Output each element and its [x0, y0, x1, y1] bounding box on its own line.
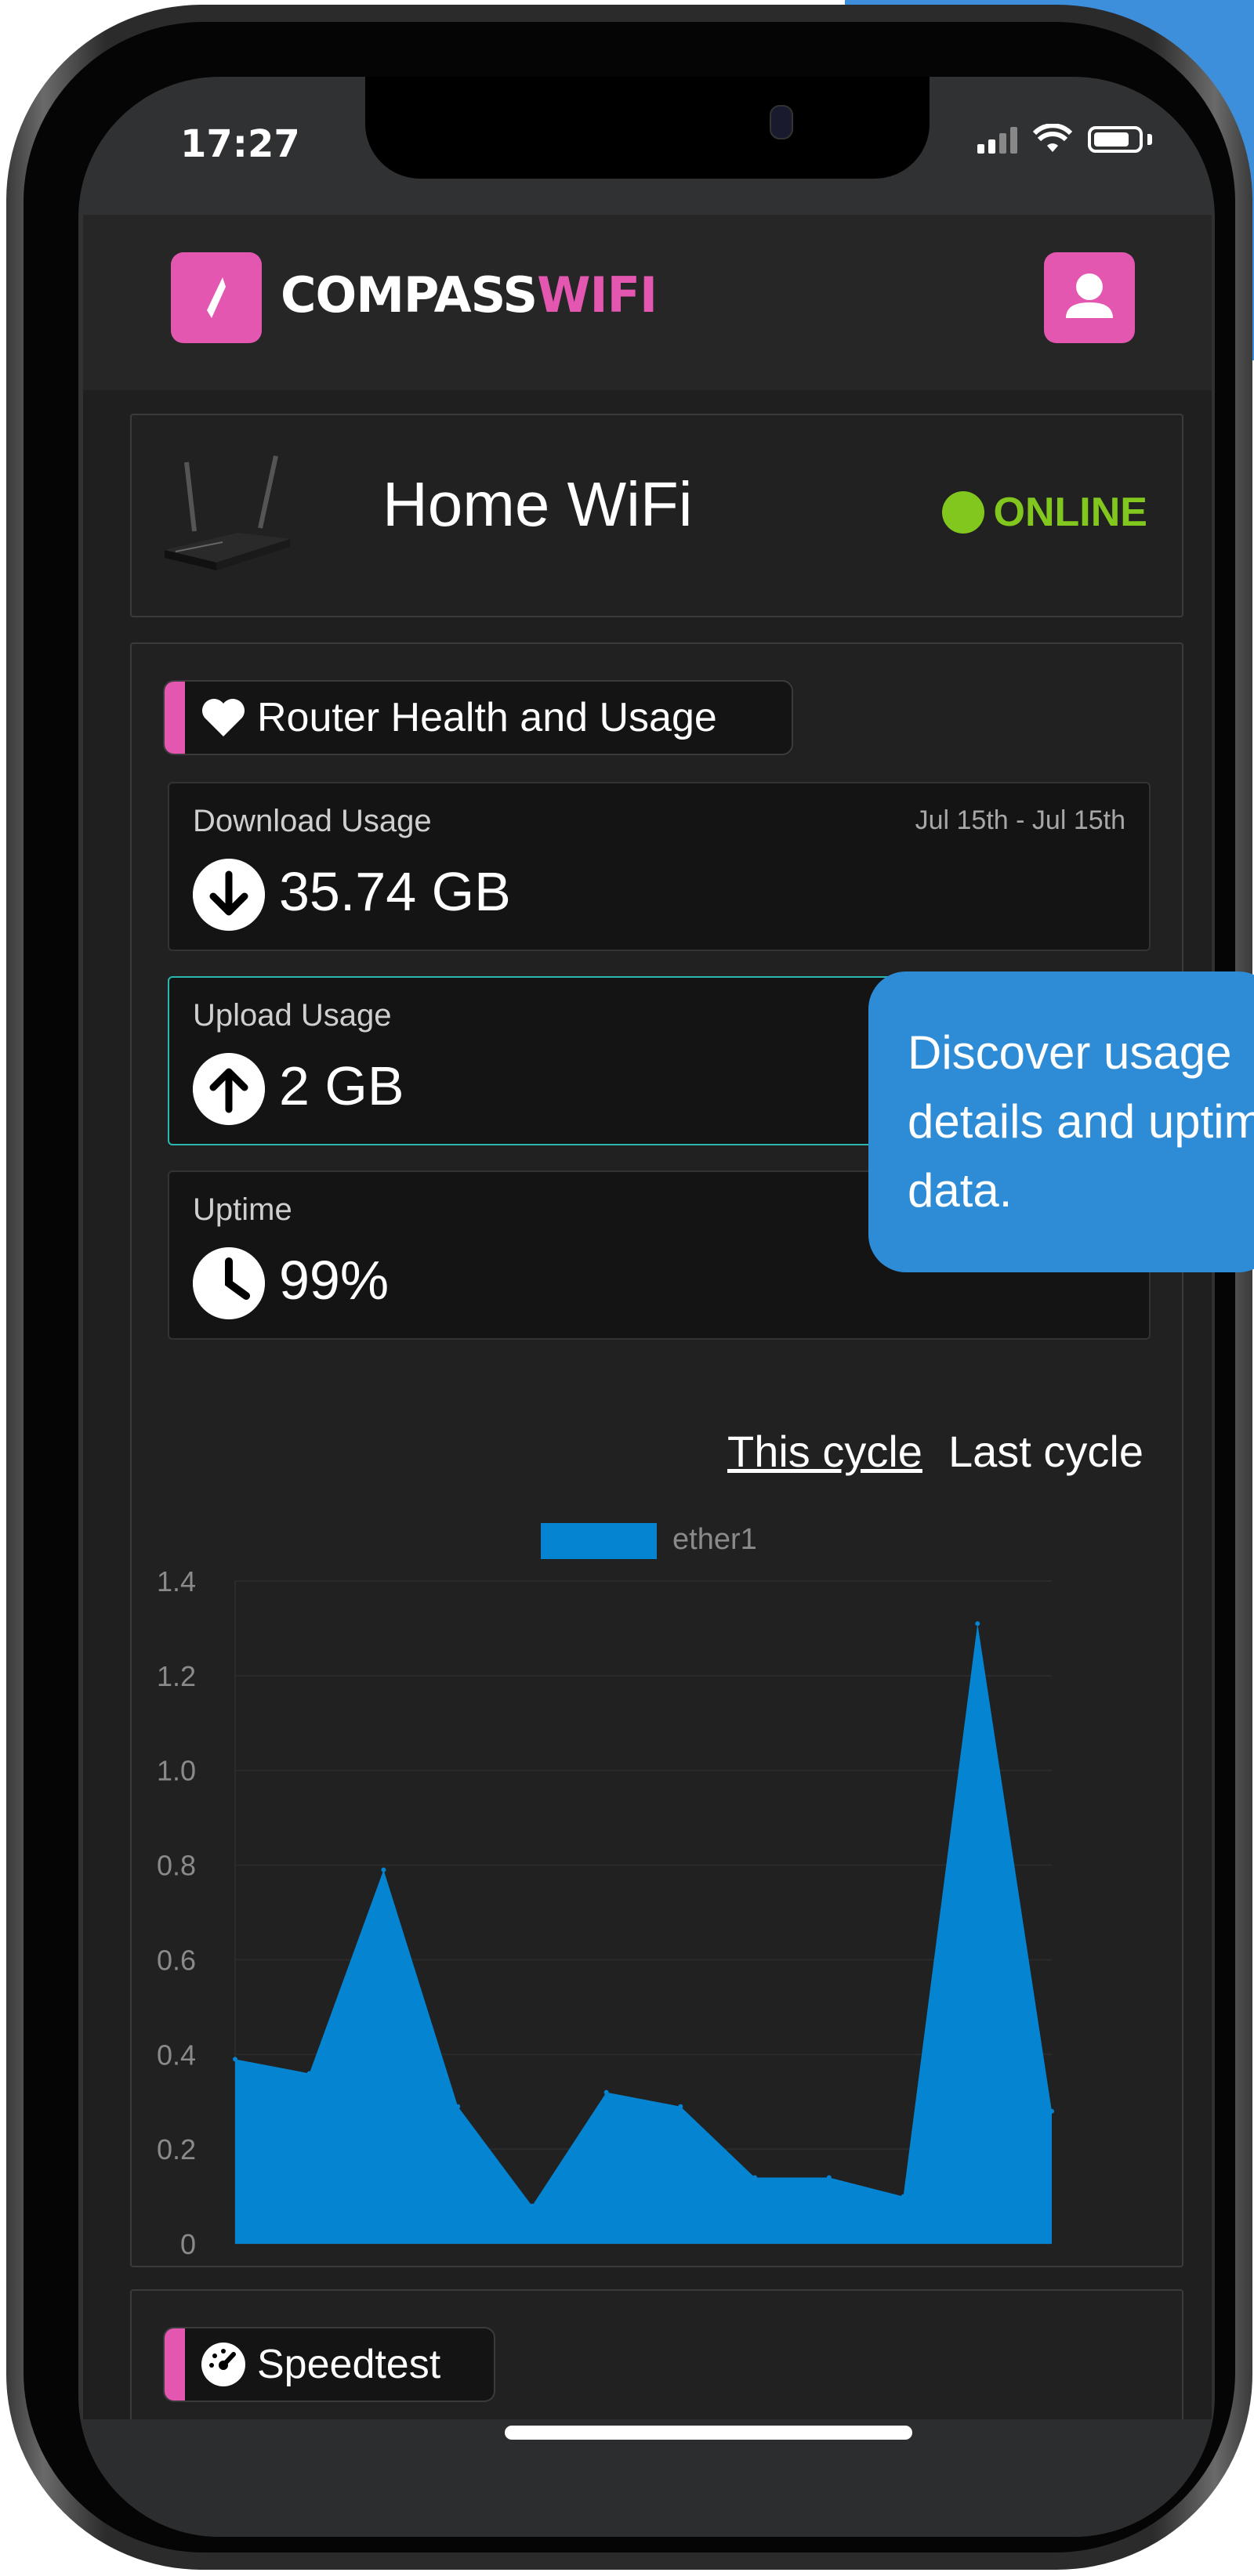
series-area-ether1: [235, 1623, 1052, 2244]
y-tick-label: 0.2: [157, 2133, 196, 2165]
y-tick-label: 1.4: [157, 1565, 196, 1597]
camera-indicator: [770, 105, 793, 139]
online-status: ONLINE: [941, 489, 1147, 536]
y-tick-label: 0.4: [157, 2039, 196, 2071]
arrow-up-icon: [193, 1053, 265, 1125]
router-health-tag: Router Health and Usage: [163, 680, 793, 755]
data-point[interactable]: [529, 2203, 535, 2209]
status-label: ONLINE: [993, 490, 1147, 535]
app-header: COMPASSWIFI: [83, 215, 1212, 390]
main-content: Home WiFi ONLINE Router Health and Usage: [83, 390, 1212, 2537]
status-time: 17:27: [180, 122, 300, 166]
notch: [365, 77, 930, 179]
tag-stripe: [165, 682, 185, 754]
speedtest-tag: Speedtest: [163, 2327, 495, 2402]
home-indicator[interactable]: [505, 2426, 912, 2440]
battery-icon: [1088, 126, 1143, 153]
download-date-range: Jul 15th - Jul 15th: [915, 805, 1125, 835]
data-point[interactable]: [678, 2104, 683, 2109]
logo-text-part2: WIFI: [537, 266, 658, 324]
phone-frame: 17:27 COMPASSWIFI Home WiFi ONLINE Route…: [6, 5, 1252, 2570]
logo-text: COMPASSWIFI: [281, 266, 658, 324]
user-profile-button[interactable]: [1044, 252, 1135, 343]
usage-chart: 0 0.2 0.4 0.6 0.8 1.0 1.2 1.4: [157, 1565, 1054, 2260]
y-tick-label: 1.0: [157, 1755, 196, 1787]
phone-screen: 17:27 COMPASSWIFI Home WiFi ONLINE Route…: [78, 77, 1215, 2537]
data-point[interactable]: [233, 2057, 237, 2062]
wifi-icon: [1033, 124, 1072, 152]
y-tick-label: 0.8: [157, 1850, 196, 1882]
uptime-label: Uptime: [193, 1192, 292, 1227]
phone-bezel: 17:27 COMPASSWIFI Home WiFi ONLINE Route…: [24, 22, 1235, 2552]
data-point[interactable]: [901, 2194, 906, 2199]
heart-icon: [202, 699, 245, 736]
data-point[interactable]: [603, 2089, 609, 2095]
data-point[interactable]: [381, 1867, 386, 1872]
last-cycle-link[interactable]: Last cycle: [948, 1426, 1143, 1477]
y-tick-label: 0: [180, 2228, 196, 2260]
uptime-value: 99%: [279, 1250, 390, 1311]
upload-value: 2 GB: [279, 1055, 404, 1116]
data-point[interactable]: [975, 1621, 980, 1626]
user-icon: [1066, 273, 1113, 318]
clock-icon: [193, 1247, 265, 1319]
status-dot-icon: [941, 491, 984, 534]
status-icons: [977, 124, 1152, 155]
signal-icon: [977, 125, 1017, 154]
battery-tip: [1147, 134, 1152, 145]
download-value: 35.74 GB: [279, 861, 511, 922]
tooltip-text: Discover usage details and uptime data.: [908, 1026, 1254, 1217]
router-health-title: Router Health and Usage: [257, 695, 717, 740]
y-tick-label: 1.2: [157, 1660, 196, 1692]
data-point[interactable]: [1049, 2108, 1054, 2114]
logo-icon[interactable]: [171, 252, 262, 343]
data-point[interactable]: [752, 2175, 758, 2180]
speedometer-icon: [201, 2343, 245, 2386]
y-tick-label: 0.6: [157, 1944, 196, 1976]
logo-text-part1: COMPASS: [281, 266, 538, 324]
data-point[interactable]: [455, 2104, 461, 2109]
upload-label: Upload Usage: [193, 998, 392, 1033]
download-usage-card[interactable]: Download Usage Jul 15th - Jul 15th 35.74…: [168, 782, 1151, 951]
speedtest-title: Speedtest: [257, 2342, 441, 2387]
compass-icon: [207, 277, 226, 318]
tag-stripe: [165, 2328, 185, 2401]
router-card[interactable]: Home WiFi ONLINE: [130, 414, 1183, 617]
onboarding-tooltip[interactable]: Discover usage details and uptime data.: [868, 971, 1254, 1272]
router-name: Home WiFi: [382, 469, 693, 539]
router-image: [165, 455, 290, 570]
data-point[interactable]: [306, 2071, 312, 2076]
this-cycle-link[interactable]: This cycle: [727, 1426, 922, 1477]
arrow-down-icon: [193, 859, 265, 931]
data-point[interactable]: [826, 2175, 832, 2180]
download-label: Download Usage: [193, 804, 432, 838]
